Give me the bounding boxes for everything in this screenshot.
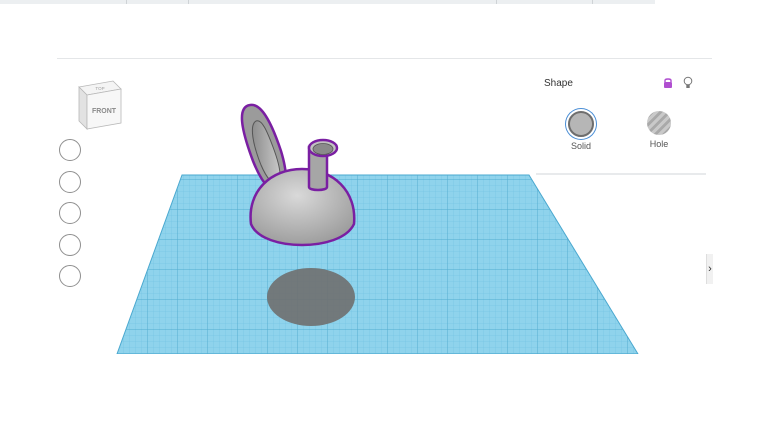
side-panel-toggle[interactable]: › <box>706 254 713 284</box>
toolbar-divider <box>496 0 497 4</box>
solid-swatch[interactable] <box>568 111 594 137</box>
solid-option[interactable]: Solid <box>561 111 601 151</box>
toolbar-divider <box>126 0 127 4</box>
viewcube-front-label: FRONT <box>92 108 117 115</box>
fit-view-button[interactable] <box>59 170 81 193</box>
viewcube-left-face[interactable] <box>78 86 88 130</box>
toolbar-divider <box>188 0 189 4</box>
workplane-grid[interactable] <box>116 174 639 354</box>
top-toolbar-strip <box>0 0 655 4</box>
zoom-in-button[interactable] <box>59 202 81 224</box>
viewcube-top-label: TOP <box>95 86 104 91</box>
lock-icon[interactable] <box>662 77 674 89</box>
solid-label: Solid <box>570 141 591 151</box>
shape-shadow <box>267 268 355 326</box>
shape-inspector-panel: Shape Solid Hole <box>536 69 706 175</box>
toolbar-divider <box>592 0 593 4</box>
hole-swatch[interactable] <box>647 111 671 135</box>
view-cube[interactable]: TOP FRONT <box>75 77 123 131</box>
home-view-button[interactable] <box>59 139 81 161</box>
hole-option[interactable]: Hole <box>639 111 679 149</box>
view-controls <box>59 139 83 297</box>
ortho-view-button[interactable] <box>59 265 81 287</box>
panel-title: Shape <box>544 78 573 89</box>
3d-viewport[interactable]: TOP FRONT Shape Solid Hole <box>57 58 712 354</box>
zoom-out-button[interactable] <box>59 233 81 256</box>
light-bulb-icon[interactable] <box>683 76 693 90</box>
hole-label: Hole <box>649 139 669 149</box>
